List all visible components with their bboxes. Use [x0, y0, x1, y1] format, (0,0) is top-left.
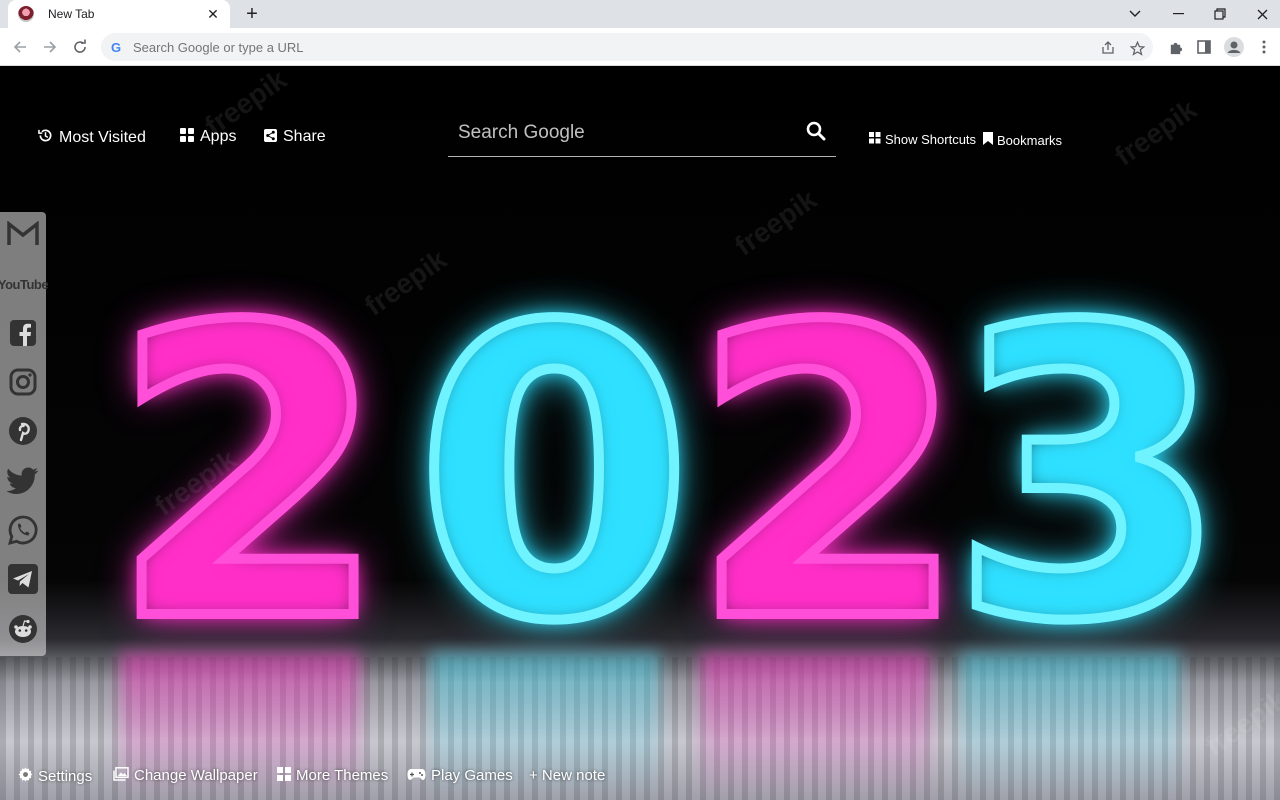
share-label: Share [283, 128, 326, 145]
more-themes-link[interactable]: More Themes [277, 767, 388, 784]
telegram-icon[interactable] [5, 561, 41, 597]
omnibox[interactable]: G [101, 33, 1153, 61]
google-search-box [448, 111, 836, 157]
history-icon [38, 128, 53, 147]
themes-grid-icon [277, 767, 291, 784]
profile-avatar-icon[interactable] [1223, 36, 1245, 58]
settings-link[interactable]: Settings [18, 767, 92, 785]
tab-close-icon[interactable]: ✕ [204, 5, 222, 23]
google-g-icon: G [111, 39, 122, 55]
bookmarks-link[interactable]: Bookmarks [983, 132, 1062, 148]
tab-favicon-icon [18, 6, 34, 22]
wallpaper-digit-2: 2 [685, 244, 973, 709]
play-games-link[interactable]: Play Games [407, 767, 513, 784]
back-arrow-icon[interactable] [8, 35, 32, 59]
gamepad-icon [407, 768, 426, 784]
menu-kebab-icon[interactable] [1253, 36, 1275, 58]
show-shortcuts-label: Show Shortcuts [885, 132, 977, 147]
browser-toolbar: G [0, 28, 1280, 66]
bookmark-star-icon[interactable] [1126, 37, 1148, 59]
tab-strip: New Tab ✕ + [0, 0, 1280, 28]
tab-new-tab[interactable]: New Tab ✕ [8, 0, 230, 28]
new-note-link[interactable]: + New note [529, 767, 605, 784]
bookmark-icon [983, 132, 993, 148]
extensions-puzzle-icon[interactable] [1164, 36, 1186, 58]
new-tab-button[interactable]: + [240, 2, 264, 26]
shortcuts-grid-icon [869, 132, 881, 147]
apps-grid-icon [180, 128, 194, 146]
facebook-icon[interactable] [5, 315, 41, 351]
instagram-icon[interactable] [5, 364, 41, 400]
share-page-icon[interactable] [1097, 37, 1119, 59]
change-wallpaper-link[interactable]: Change Wallpaper [113, 767, 258, 784]
new-tab-page: freepik freepik freepik freepik freepik … [0, 67, 1280, 800]
youtube-icon[interactable]: YouTube [0, 266, 49, 302]
reddit-icon[interactable] [5, 611, 41, 647]
gmail-icon[interactable] [5, 216, 41, 252]
restore-icon[interactable] [1198, 0, 1242, 28]
omnibox-input[interactable] [133, 39, 1033, 55]
show-shortcuts-link[interactable]: Show Shortcuts [869, 132, 976, 147]
more-themes-label: More Themes [296, 767, 389, 784]
wallpaper-digit-0: 0 [410, 244, 698, 709]
reload-icon[interactable] [68, 35, 92, 59]
youtube-logo-text: YouTube [0, 276, 49, 292]
gear-icon [18, 767, 33, 785]
most-visited-link[interactable]: Most Visited [38, 128, 146, 147]
apps-label: Apps [200, 128, 237, 145]
settings-label: Settings [38, 767, 93, 785]
image-gallery-icon [113, 767, 129, 784]
search-icon[interactable] [806, 121, 828, 143]
new-note-label: + New note [529, 767, 606, 784]
forward-arrow-icon[interactable] [38, 35, 62, 59]
apps-link[interactable]: Apps [180, 128, 236, 146]
tab-title: New Tab [48, 7, 95, 21]
social-sidebar: YouTube [0, 212, 49, 656]
wallpaper-watermark: freepik [1109, 93, 1203, 172]
most-visited-label: Most Visited [59, 128, 146, 146]
pinterest-icon[interactable] [5, 413, 41, 449]
wallpaper-digit-2: 2 [105, 244, 393, 709]
minimize-icon[interactable] [1156, 0, 1200, 28]
side-panel-icon[interactable] [1193, 36, 1215, 58]
share-icon [264, 128, 277, 146]
twitter-icon[interactable] [5, 463, 41, 499]
tab-search-chevron-icon[interactable] [1113, 0, 1157, 28]
change-wallpaper-label: Change Wallpaper [134, 767, 258, 784]
play-games-label: Play Games [431, 767, 513, 784]
close-window-icon[interactable] [1240, 0, 1280, 28]
share-link[interactable]: Share [264, 128, 326, 146]
wallpaper-digit-3: 3 [945, 244, 1233, 709]
bookmarks-label: Bookmarks [997, 132, 1063, 148]
whatsapp-icon[interactable] [5, 512, 41, 548]
google-search-input[interactable] [458, 119, 798, 147]
